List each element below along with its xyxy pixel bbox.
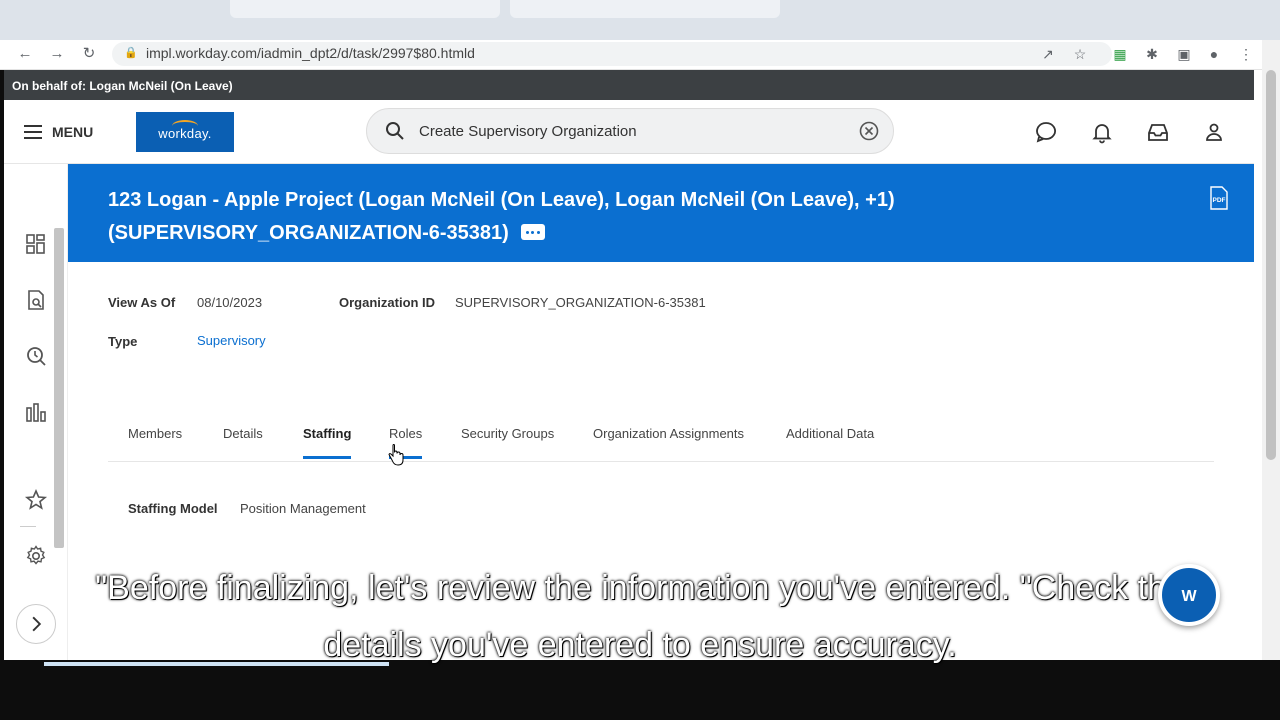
tab-organization-assignments[interactable]: Organization Assignments — [593, 426, 744, 441]
history-search-icon[interactable] — [24, 344, 48, 368]
extension-icon[interactable]: ▦ — [1110, 44, 1130, 64]
puzzle-icon[interactable]: ✱ — [1142, 44, 1162, 64]
workday-logo[interactable]: workday. — [136, 112, 234, 152]
tab-details[interactable]: Details — [223, 426, 263, 441]
tab-additional-data[interactable]: Additional Data — [786, 426, 874, 441]
pdf-export-icon[interactable]: PDF — [1208, 186, 1230, 210]
back-arrow-icon[interactable]: ← — [14, 44, 36, 64]
proxy-banner: On behalf of: Logan McNeil (On Leave) — [4, 70, 1254, 100]
search-input[interactable]: Create Supervisory Organization — [419, 123, 637, 140]
tab-staffing[interactable]: Staffing — [303, 426, 352, 459]
lock-icon: 🔒 — [124, 47, 138, 59]
type-value-link[interactable]: Supervisory — [197, 333, 266, 348]
active-tab-underline — [303, 456, 352, 459]
staffing-model-value: Position Management — [240, 501, 366, 516]
browser-tab[interactable] — [510, 0, 780, 18]
forward-arrow-icon[interactable]: → — [46, 44, 68, 64]
browser-tab-strip — [0, 0, 1280, 40]
assistant-button[interactable]: W — [1158, 564, 1220, 626]
bar-chart-icon[interactable] — [24, 400, 48, 424]
view-as-of-label: View As Of — [108, 295, 176, 310]
reload-icon[interactable]: ↻ — [78, 44, 100, 64]
chat-icon[interactable] — [1034, 120, 1058, 144]
menu-button[interactable]: MENU — [24, 120, 93, 144]
tab-label: Additional Data — [786, 426, 875, 441]
tab-label: Security Groups — [461, 426, 555, 441]
app-header: MENU workday. Create Supervisory Organiz… — [4, 100, 1254, 164]
user-profile-icon[interactable] — [1202, 120, 1226, 144]
page-title-text: 123 Logan - Apple Project (Logan McNeil … — [108, 189, 895, 244]
dashboard-icon[interactable] — [24, 232, 48, 256]
tab-members[interactable]: Members — [128, 426, 182, 441]
screen: ← → ↻ 🔒 impl.workday.com/iadmin_dpt2/d/t… — [0, 0, 1280, 720]
clear-search-icon[interactable] — [859, 121, 879, 141]
share-icon[interactable]: ↗ — [1038, 44, 1058, 64]
tab-label: Roles — [389, 426, 423, 441]
hand-cursor-icon — [388, 444, 404, 466]
related-actions-button[interactable] — [520, 223, 545, 240]
page-scrollbar-thumb[interactable] — [1266, 70, 1276, 460]
tab-label: Staffing — [303, 426, 352, 441]
address-bar-url: impl.workday.com/iadmin_dpt2/d/task/2997… — [146, 45, 475, 61]
menu-label: MENU — [52, 124, 94, 140]
tab-label: Details — [223, 426, 263, 441]
pdf-label: PDF — [1213, 197, 1226, 204]
notifications-bell-icon[interactable] — [1090, 120, 1114, 144]
staffing-model-label: Staffing Model — [128, 501, 218, 516]
inbox-icon[interactable] — [1146, 120, 1170, 144]
address-bar[interactable]: 🔒 impl.workday.com/iadmin_dpt2/d/task/29… — [112, 42, 1112, 66]
tab-label: Members — [128, 426, 183, 441]
report-search-icon[interactable] — [24, 288, 48, 312]
browser-tab[interactable] — [230, 0, 500, 18]
kebab-menu-icon[interactable]: ⋮ — [1236, 44, 1256, 64]
browser-toolbar: ← → ↻ 🔒 impl.workday.com/iadmin_dpt2/d/t… — [0, 40, 1280, 70]
type-label: Type — [108, 334, 138, 349]
rail-scrollbar[interactable] — [52, 218, 66, 568]
rail-scrollbar-thumb[interactable] — [54, 228, 64, 548]
taskbar-strip — [44, 662, 389, 666]
organization-id-value: SUPERVISORY_ORGANIZATION-6-35381 — [455, 295, 706, 310]
bookmark-star-icon[interactable]: ☆ — [1070, 44, 1090, 64]
organization-id-label: Organization ID — [339, 295, 436, 310]
logo-arc — [172, 120, 198, 132]
sidepanel-icon[interactable]: ▣ — [1174, 44, 1194, 64]
favorites-star-icon[interactable] — [24, 488, 48, 512]
page-title: 123 Logan - Apple Project (Logan McNeil … — [108, 184, 1188, 250]
view-as-of-value: 08/10/2023 — [197, 295, 263, 310]
search-bar[interactable]: Create Supervisory Organization — [366, 108, 894, 154]
tab-security-groups[interactable]: Security Groups — [461, 426, 554, 441]
tab-label: Organization Assignments — [593, 426, 745, 441]
tab-roles[interactable]: Roles — [389, 426, 423, 459]
rail-divider — [20, 526, 36, 527]
title-banner: 123 Logan - Apple Project (Logan McNeil … — [68, 164, 1254, 262]
profile-icon[interactable]: ● — [1204, 44, 1224, 64]
assistant-logo: W — [1181, 588, 1197, 605]
caption-line-1: "Before finalizing, let's review the inf… — [95, 569, 1185, 607]
search-icon — [386, 122, 404, 140]
hamburger-icon — [24, 125, 42, 139]
tab-bar: Members Details Staffing Roles Security … — [108, 400, 1214, 462]
video-caption: "Before finalizing, let's review the inf… — [0, 560, 1280, 674]
